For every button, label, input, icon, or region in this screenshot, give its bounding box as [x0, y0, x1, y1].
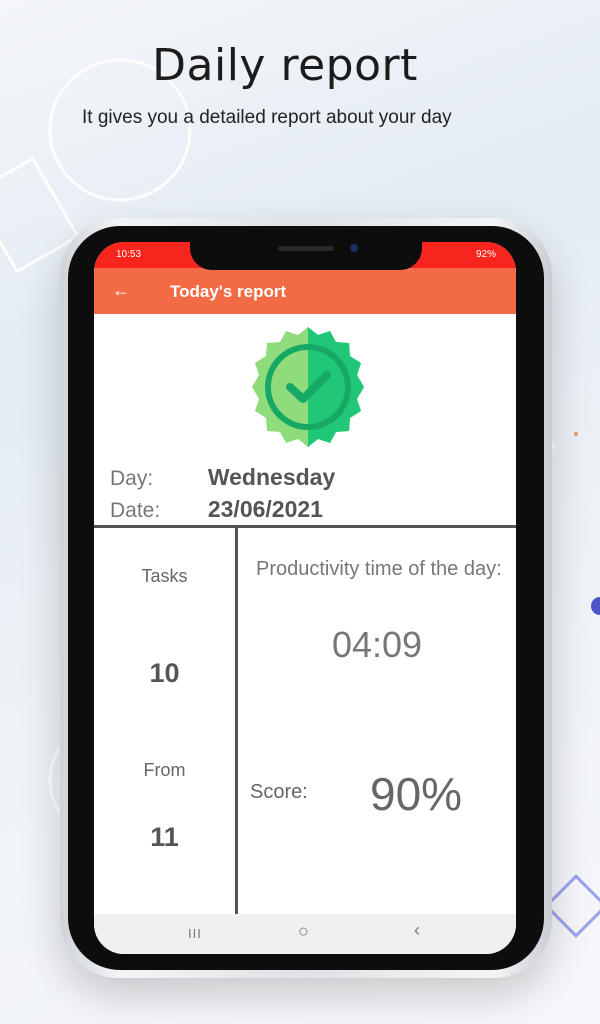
camera-icon	[350, 244, 358, 252]
status-battery: 92%	[475, 249, 496, 260]
home-circle-icon[interactable]: ○	[298, 921, 309, 942]
date-row: Date: 23/06/2021	[110, 496, 323, 523]
tasks-value: 10	[149, 658, 180, 688]
vertical-divider	[235, 528, 238, 914]
from-label: From	[143, 760, 186, 780]
promo-title: Daily report	[152, 40, 418, 91]
date-value: 23/06/2021	[207, 496, 323, 522]
recents-button[interactable]: III	[188, 926, 202, 941]
phone-screen: 10:53 92% ← Today's report Day: Wednesda…	[94, 242, 516, 954]
score-label: Score:	[250, 781, 308, 803]
app-bar: ← Today's report	[94, 268, 516, 314]
check-badge-icon	[252, 327, 364, 447]
from-value: 11	[150, 822, 179, 852]
date-label: Date:	[110, 499, 161, 522]
tasks-label: Tasks	[141, 566, 188, 586]
chevron-left-icon[interactable]: ‹	[414, 920, 420, 941]
day-value: Wednesday	[207, 464, 336, 490]
arrow-left-icon[interactable]: ←	[112, 280, 130, 301]
status-time: 10:53	[116, 249, 142, 260]
productivity-label: Productivity time of the day:	[256, 558, 502, 580]
day-label: Day:	[110, 467, 154, 490]
productivity-value: 04:09	[331, 624, 423, 665]
day-row: Day: Wednesday	[110, 464, 335, 491]
app-title: Today's report	[170, 282, 287, 301]
promo-subtitle: It gives you a detailed report about you…	[82, 107, 452, 128]
phone-speaker	[278, 246, 334, 251]
navigation-bar: III ○ ‹	[94, 914, 516, 954]
horizontal-divider	[94, 525, 516, 528]
score-value: 90%	[370, 768, 463, 820]
